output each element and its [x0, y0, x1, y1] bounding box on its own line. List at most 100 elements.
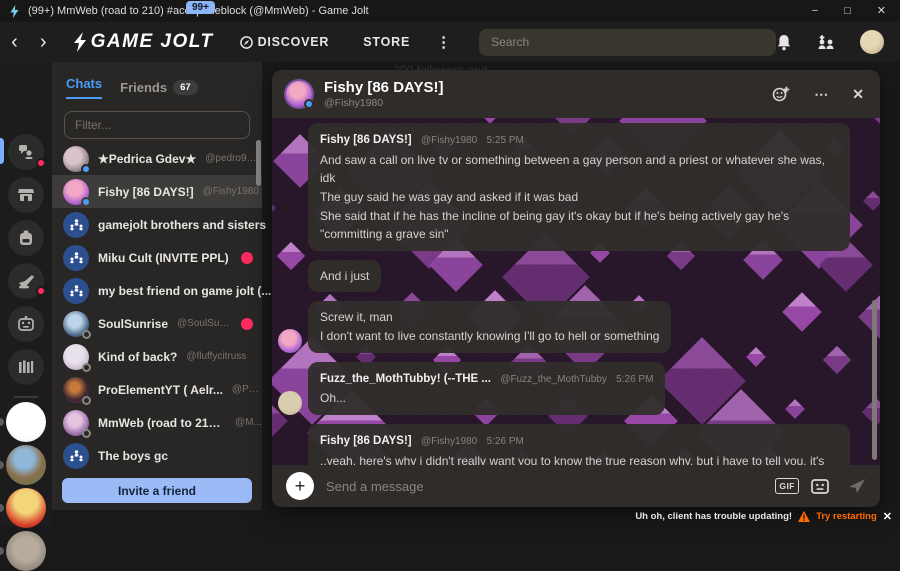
update-status-bar: Uh oh, client has trouble updating! Try … [635, 510, 892, 523]
nav-store[interactable]: STORE [363, 35, 410, 49]
message-avatar[interactable] [278, 391, 302, 415]
filter-input[interactable] [75, 118, 239, 132]
message-input-bar: + GIF [272, 465, 880, 507]
window-titlebar: (99+) MmWeb (road to 210) #acceptthebloc… [0, 0, 900, 22]
message-input[interactable] [326, 479, 775, 494]
chat-list-item[interactable]: ProElementYT ( Aelr... @ProEl... [52, 373, 262, 406]
rail-backpack-button[interactable] [8, 220, 44, 256]
rail-friend-avatar[interactable] [6, 402, 46, 442]
rail-quests-unread-dot [36, 286, 46, 296]
sticker-picker-icon[interactable] [811, 478, 830, 495]
chat-message-area: Fishy [86 DAYS!] @Fishy1980 5:25 PM And … [272, 118, 880, 465]
message-bubble: Fuzz_the_MothTubby! (--THE ... @Fuzz_the… [308, 362, 665, 415]
top-navbar: ‹ › GAME JOLT DISCOVER STORE ⋮ [0, 22, 900, 62]
offline-ring [82, 330, 91, 339]
chat-avatar [63, 344, 89, 370]
unread-dot [241, 252, 253, 264]
active-rail-indicator [0, 138, 4, 164]
chat-list-item[interactable]: gamejolt brothers and sisters [52, 208, 262, 241]
chat-list-item[interactable]: ★Pedrica Gdev★ @pedro9d1400 [52, 142, 262, 175]
search-input[interactable] [491, 35, 764, 49]
group-chat-icon [63, 278, 89, 304]
filter-box[interactable] [64, 111, 250, 139]
group-chat-icon [63, 245, 89, 271]
hand-gesture-icon [16, 271, 36, 291]
status-message: Uh oh, client has trouble updating! [635, 511, 792, 522]
online-dot [304, 99, 314, 109]
message-group: Fishy [86 DAYS!] @Fishy1980 5:26 PM ..ye… [278, 424, 850, 465]
gif-picker-icon[interactable]: GIF [775, 478, 799, 494]
chat-list-item[interactable]: Miku Cult (INVITE PPL) [52, 241, 262, 274]
chat-list-item-selected[interactable]: Fishy [86 DAYS!] @Fishy1980 [52, 175, 262, 208]
backpack-icon [17, 228, 35, 248]
messages-list: Fishy [86 DAYS!] @Fishy1980 5:25 PM And … [272, 118, 880, 465]
close-chat-icon[interactable]: ✕ [852, 87, 864, 101]
rail-friend-avatar[interactable] [6, 445, 46, 485]
nav-kebab-menu[interactable]: ⋮ [436, 33, 451, 51]
chat-list-item[interactable]: SoulSunrise @SoulSunrise [52, 307, 262, 340]
notification-count-badge: 99+ [186, 1, 215, 14]
more-options-icon[interactable]: ⋯ [814, 87, 828, 101]
message-bubble: Fishy [86 DAYS!] @Fishy1980 5:25 PM And … [308, 123, 850, 251]
group-chat-icon [63, 443, 89, 469]
tab-friends[interactable]: Friends 67 [120, 80, 198, 95]
nav-back-button[interactable]: ‹ [0, 23, 29, 61]
try-restarting-link[interactable]: Try restarting [816, 511, 877, 522]
attach-plus-button[interactable]: + [286, 472, 314, 500]
friend-requests-icon[interactable] [816, 34, 836, 50]
tab-chats[interactable]: Chats [66, 76, 102, 99]
message-avatar[interactable] [278, 329, 302, 353]
offline-ring [82, 396, 91, 405]
rail-friend-avatar[interactable] [6, 531, 46, 571]
chat-window: Fishy [86 DAYS!] @Fishy1980 ⋯ ✕ Fishy [8… [272, 70, 880, 507]
invite-friend-button[interactable]: Invite a friend [62, 478, 252, 503]
message-group: Screw it, man I don't want to live const… [278, 301, 850, 352]
nav-forward-button[interactable]: › [29, 23, 58, 61]
chat-avatar [63, 146, 89, 172]
user-avatar[interactable] [860, 30, 884, 54]
chat-avatar [63, 410, 89, 436]
notifications-bell-icon[interactable] [776, 34, 792, 51]
online-dot [81, 164, 91, 174]
chat-bubble-person-icon [16, 142, 36, 162]
message-bubble: Fishy [86 DAYS!] @Fishy1980 5:26 PM ..ye… [308, 424, 850, 465]
message-group: Fishy [86 DAYS!] @Fishy1980 5:25 PM And … [278, 123, 850, 251]
rail-bot-button[interactable] [8, 306, 44, 342]
storefront-icon [16, 185, 36, 205]
chat-avatar [63, 179, 89, 205]
chat-list-item[interactable]: Kind of back? @fluffycitruss [52, 340, 262, 373]
gamejolt-logo[interactable]: GAME JOLT [72, 31, 214, 53]
friends-count-badge: 67 [173, 80, 198, 95]
library-columns-icon [17, 358, 35, 376]
chat-list-item[interactable]: MmWeb (road to 210) ... @M... [52, 406, 262, 439]
rail-chats-unread-dot [36, 158, 46, 168]
chat-list-item[interactable]: my best friend on game jolt (... [52, 274, 262, 307]
chat-list-item[interactable]: The boys gc [52, 439, 262, 472]
chat-header-avatar[interactable] [284, 79, 314, 109]
rail-avatar-indicator [0, 504, 4, 512]
chat-avatar [63, 377, 89, 403]
dismiss-status-icon[interactable]: ✕ [883, 510, 892, 523]
messages-scrollbar[interactable] [872, 300, 877, 460]
rail-shop-button[interactable] [8, 177, 44, 213]
chat-list-scrollbar[interactable] [256, 140, 261, 186]
chat-avatar [63, 311, 89, 337]
add-member-icon[interactable] [772, 86, 790, 102]
discover-compass-icon [240, 36, 253, 49]
rail-library-button[interactable] [8, 349, 44, 385]
search-bar[interactable] [479, 29, 776, 56]
minimize-button[interactable]: − [812, 6, 818, 17]
rail-divider [14, 396, 38, 398]
close-window-button[interactable]: ✕ [877, 6, 886, 17]
send-message-icon[interactable] [848, 478, 866, 494]
chat-title: Fishy [86 DAYS!] [324, 79, 443, 96]
maximize-button[interactable]: □ [844, 6, 851, 17]
message-group: And i just [278, 260, 850, 293]
online-dot [81, 197, 91, 207]
robot-head-icon [16, 315, 36, 333]
warning-triangle-icon [798, 511, 810, 522]
nav-discover[interactable]: DISCOVER [240, 35, 330, 49]
offline-ring [82, 429, 91, 438]
rail-friend-avatar[interactable] [6, 488, 46, 528]
message-group: Fuzz_the_MothTubby! (--THE ... @Fuzz_the… [278, 362, 850, 415]
